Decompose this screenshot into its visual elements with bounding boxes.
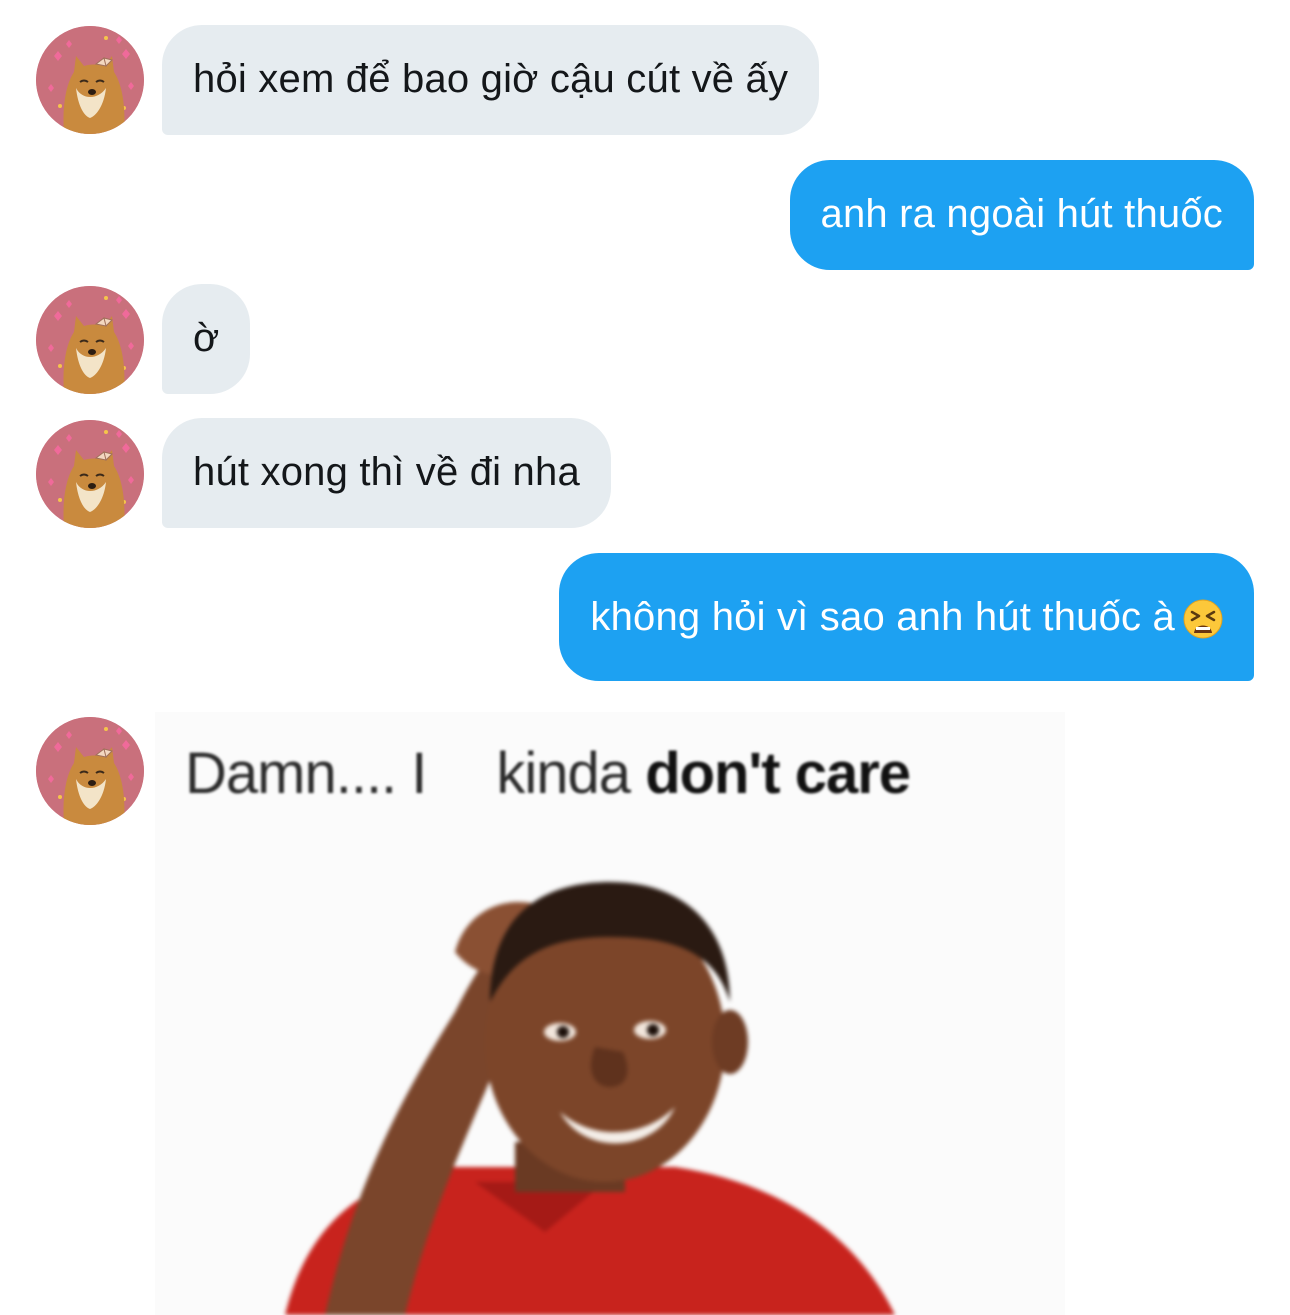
message-text: hút xong thì về đi nha: [193, 450, 580, 494]
message-text: hỏi xem để bao giờ cậu cút về ấy: [193, 57, 789, 101]
message-row-outgoing: anh ra ngoài hút thuốc: [0, 160, 1290, 270]
tired-face-emoji-icon: [1183, 599, 1223, 639]
meme-caption-bold: don't care: [645, 741, 911, 806]
shiba-dog-icon: [36, 420, 144, 528]
avatar[interactable]: [36, 286, 144, 394]
message-bubble-outgoing[interactable]: anh ra ngoài hút thuốc: [789, 160, 1254, 270]
meme-caption: Damn.... I kinda don't care: [185, 741, 911, 806]
shiba-dog-icon: [36, 26, 144, 134]
message-bubble-incoming[interactable]: hút xong thì về đi nha: [162, 418, 611, 528]
avatar[interactable]: [36, 717, 144, 825]
message-row-outgoing: không hỏi vì sao anh hút thuốc à: [0, 553, 1290, 681]
message-row-incoming: ờ: [0, 284, 1290, 394]
avatar[interactable]: [36, 26, 144, 134]
message-bubble-outgoing[interactable]: không hỏi vì sao anh hút thuốc à: [559, 553, 1254, 681]
message-text: anh ra ngoài hút thuốc: [820, 192, 1223, 236]
shiba-dog-icon: [36, 717, 144, 825]
message-bubble-incoming[interactable]: ờ: [162, 284, 251, 394]
avatar[interactable]: [36, 420, 144, 528]
message-text: ờ: [193, 316, 220, 360]
message-text: không hỏi vì sao anh hút thuốc à: [590, 595, 1175, 639]
message-bubble-incoming[interactable]: hỏi xem để bao giờ cậu cút về ấy: [162, 25, 820, 135]
message-row-incoming: hút xong thì về đi nha: [0, 418, 1290, 528]
meme-image[interactable]: Damn.... I kinda don't care: [155, 712, 1065, 1315]
shiba-dog-icon: [36, 286, 144, 394]
meme-caption-part2: kinda: [496, 741, 631, 806]
meme-caption-part1: Damn.... I: [185, 741, 427, 806]
message-row-incoming: hỏi xem để bao giờ cậu cút về ấy: [0, 25, 1290, 135]
